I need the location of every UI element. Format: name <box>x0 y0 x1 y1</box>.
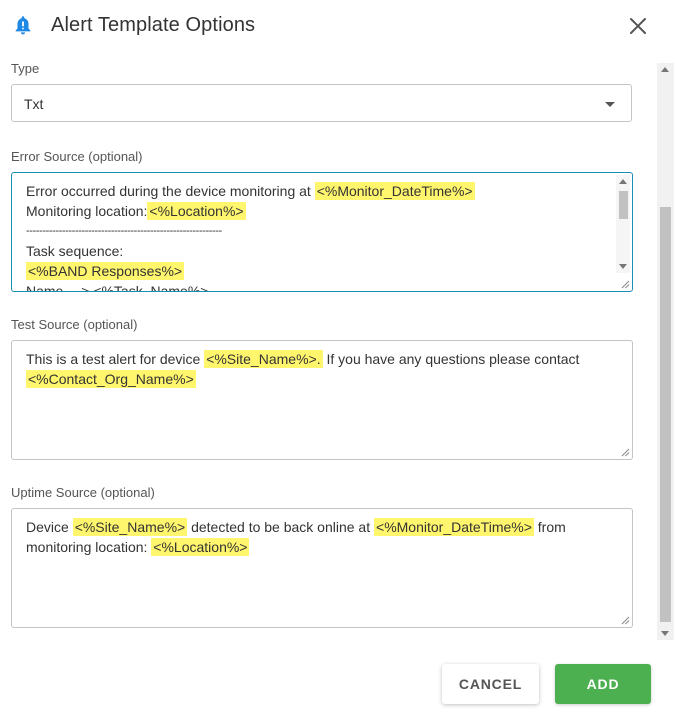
add-button[interactable]: ADD <box>555 664 651 704</box>
scrollbar-thumb[interactable] <box>619 191 628 219</box>
dialog-title: Alert Template Options <box>51 14 256 36</box>
scroll-down-icon[interactable] <box>619 264 627 269</box>
scrollbar-thumb[interactable] <box>660 207 671 622</box>
error-source-text: Error occurred during the device monitor… <box>26 182 475 292</box>
type-select[interactable]: Txt <box>11 84 632 122</box>
token-highlight: <%Monitor_DateTime%> <box>374 518 534 536</box>
resize-grip-icon[interactable] <box>620 279 630 289</box>
resize-grip-icon[interactable] <box>620 615 630 625</box>
type-label: Type <box>11 61 40 76</box>
dropdown-caret-icon <box>605 102 615 107</box>
token-highlight: <%Location%> <box>147 202 246 220</box>
type-select-value: Txt <box>24 96 44 112</box>
test-source-label: Test Source (optional) <box>11 317 138 332</box>
scroll-up-icon[interactable] <box>661 67 669 72</box>
token-highlight: <%Site_Name%>. <box>204 350 323 368</box>
error-source-scrollbar[interactable] <box>616 175 630 273</box>
token-highlight: <%Site_Name%> <box>72 518 188 536</box>
scroll-down-icon[interactable] <box>661 631 669 636</box>
dialog-content: Type Txt Error Source (optional) Error o… <box>0 52 656 640</box>
resize-grip-icon[interactable] <box>620 447 630 457</box>
test-source-text: This is a test alert for device <%Site_N… <box>26 350 580 388</box>
uptime-source-textarea[interactable]: Device <%Site_Name%> detected to be back… <box>11 508 633 628</box>
token-highlight: <%Monitor_DateTime%> <box>314 182 475 200</box>
close-icon[interactable] <box>626 14 650 38</box>
token-highlight: <%BAND Responses%> <box>26 262 185 280</box>
scroll-up-icon[interactable] <box>619 179 627 184</box>
dialog-scrollbar[interactable] <box>657 63 674 640</box>
error-source-label: Error Source (optional) <box>11 149 143 164</box>
uptime-source-label: Uptime Source (optional) <box>11 485 155 500</box>
uptime-source-text: Device <%Site_Name%> detected to be back… <box>26 518 566 556</box>
cancel-button[interactable]: CANCEL <box>442 664 539 704</box>
error-source-textarea[interactable]: Error occurred during the device monitor… <box>11 172 633 292</box>
bell-icon <box>15 16 31 35</box>
test-source-textarea[interactable]: This is a test alert for device <%Site_N… <box>11 340 633 460</box>
dialog-header: Alert Template Options <box>0 0 675 52</box>
token-highlight: <%Location%> <box>151 538 250 556</box>
token-highlight: <%Contact_Org_Name%> <box>26 370 196 388</box>
